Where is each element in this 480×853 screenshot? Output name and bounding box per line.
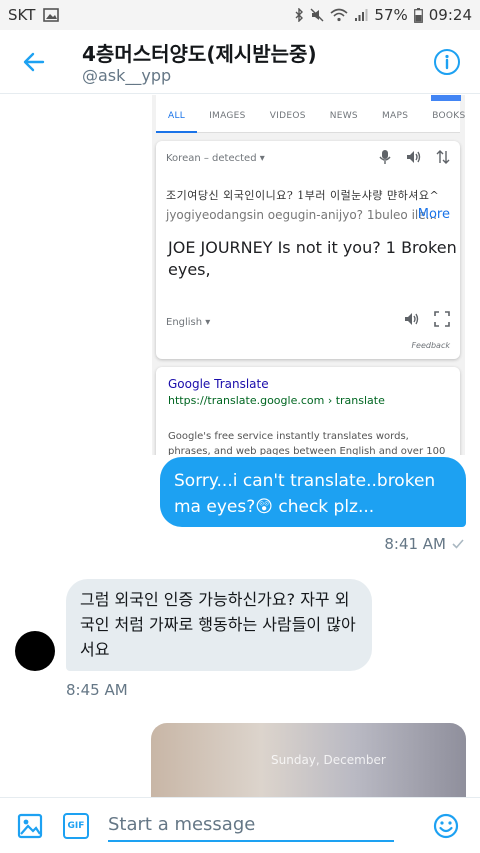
shared-screenshot-image[interactable]: ALL IMAGES VIDEOS NEWS MAPS BOOKS Korean… <box>152 95 465 455</box>
battery-icon <box>413 7 423 23</box>
incoming-message-bubble[interactable]: 그럼 외국인 인증 가능하신가요? 자꾸 외국인 처럼 가짜로 행동하는 사람들… <box>66 579 372 671</box>
sender-avatar[interactable] <box>15 631 55 671</box>
translate-card: Korean – detected ▾ 조기여당신 외국인이니요? 1부러 이럴… <box>156 141 460 359</box>
message-list[interactable]: ALL IMAGES VIDEOS NEWS MAPS BOOKS Korean… <box>0 95 480 797</box>
search-tabs: ALL IMAGES VIDEOS NEWS MAPS BOOKS <box>156 95 465 133</box>
tab-all: ALL <box>156 95 198 133</box>
tab-maps: MAPS <box>381 110 409 121</box>
fullscreen-icon <box>434 311 450 327</box>
status-bar: SKT 57% 09:24 <box>0 0 480 30</box>
smiley-icon <box>433 813 459 839</box>
outgoing-message-bubble[interactable]: Sorry...i can't translate..broken ma eye… <box>160 457 466 527</box>
bluetooth-icon <box>294 8 304 22</box>
media-caption: Sunday, December <box>271 753 386 767</box>
back-arrow-icon <box>23 52 45 72</box>
incoming-message-time: 8:45 AM <box>66 681 128 699</box>
conversation-header: 4층머스터양도(제시받는중) @ask__ypp <box>0 30 480 94</box>
carrier-label: SKT <box>8 6 36 24</box>
battery-percent: 57% <box>374 6 408 24</box>
image-icon <box>17 813 43 839</box>
wifi-icon <box>330 8 348 22</box>
result-description: Google's free service instantly translat… <box>168 431 446 455</box>
outgoing-message-time: 8:41 AM <box>384 535 446 553</box>
source-text: 조기여당신 외국인이니요? 1부러 이럴눈샤량 먄하셔요^ <box>166 189 440 202</box>
tab-images: IMAGES <box>209 110 246 121</box>
conversation-handle: @ask__ypp <box>82 66 172 85</box>
conversation-title: 4층머스터양도(제시받는중) <box>82 42 317 66</box>
target-language: English ▾ <box>166 317 211 328</box>
tab-videos: VIDEOS <box>269 110 306 121</box>
back-button[interactable] <box>18 46 50 78</box>
result-title: Google Translate <box>168 377 269 391</box>
emoji-button[interactable] <box>432 812 460 840</box>
sent-check-icon <box>452 539 464 549</box>
clock: 09:24 <box>428 6 472 24</box>
message-composer: GIF <box>0 797 480 853</box>
source-tools <box>378 149 450 165</box>
blue-bar-accent <box>431 95 461 101</box>
incoming-media-image[interactable]: Sunday, December <box>151 723 466 797</box>
tab-news: NEWS <box>329 110 358 121</box>
target-tools <box>404 311 450 327</box>
gallery-notification-icon <box>43 8 60 22</box>
romanization-text: jyogiyeodangsin oegugin-anijyo? 1buleo i… <box>166 208 438 222</box>
swap-icon <box>436 150 450 164</box>
speaker-icon <box>407 151 421 163</box>
speaker-icon <box>405 313 419 325</box>
info-button[interactable] <box>432 47 462 77</box>
more-link: More <box>417 207 450 222</box>
feedback-label: Feedback <box>411 341 450 350</box>
source-language: Korean – detected ▾ <box>166 153 265 164</box>
gif-button[interactable]: GIF <box>63 813 89 839</box>
mic-icon <box>379 150 391 164</box>
signal-icon <box>354 8 368 22</box>
add-photo-button[interactable] <box>16 812 44 840</box>
info-icon <box>434 49 460 75</box>
outgoing-message-meta: 8:41 AM <box>384 535 464 553</box>
mute-icon <box>310 8 324 22</box>
translation-text: JOE JOURNEY Is not it you? 1 Broken eyes… <box>168 238 457 279</box>
search-result-card: Google Translate https://translate.googl… <box>156 367 460 455</box>
result-url: https://translate.google.com › translate <box>168 394 385 407</box>
message-input[interactable] <box>108 808 394 842</box>
